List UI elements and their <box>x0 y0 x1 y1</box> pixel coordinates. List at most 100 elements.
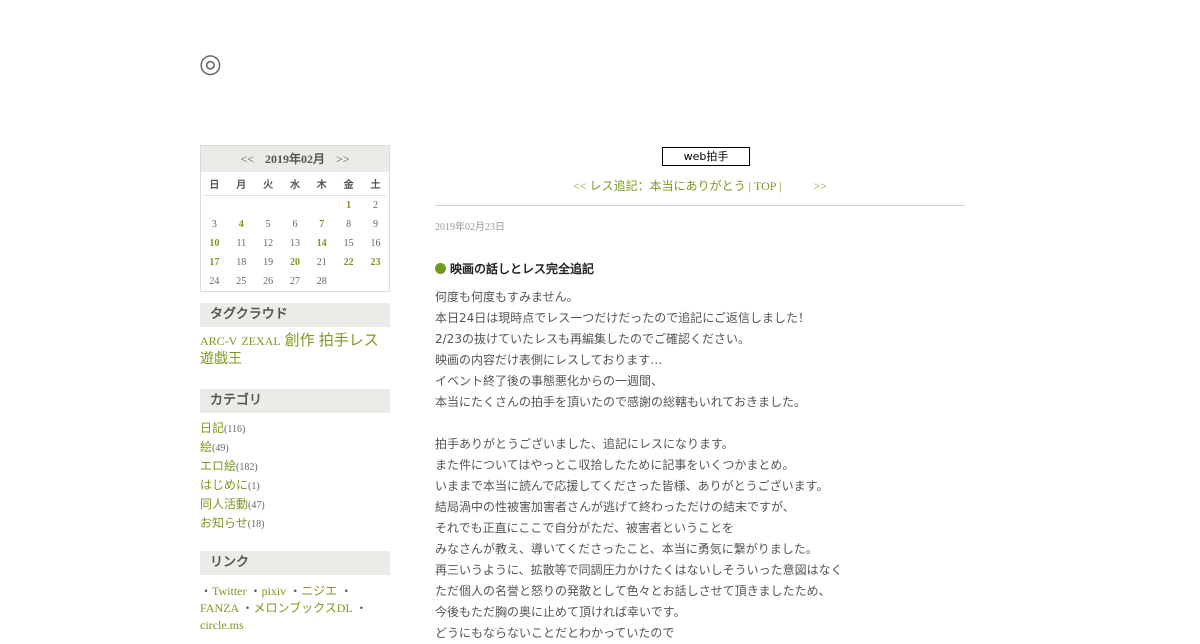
category-link[interactable]: お知らせ <box>200 516 248 530</box>
calendar-day: 6 <box>292 219 298 230</box>
main-content: web拍手 << レス追記：本当にありがとう | TOP | >> 2019年0… <box>435 145 965 644</box>
category-count: (47) <box>248 500 265 511</box>
category-heading: カテゴリ <box>200 389 390 413</box>
category-item: エロ絵(182) <box>200 457 390 476</box>
calendar-day[interactable]: 10 <box>201 234 228 253</box>
tag-link[interactable]: 拍手レス <box>319 333 379 349</box>
site-title[interactable]: ◎ <box>199 48 222 80</box>
web-clap-button[interactable]: web拍手 <box>662 147 750 166</box>
calendar-day: 8 <box>346 219 352 230</box>
external-link[interactable]: Twitter <box>212 584 246 598</box>
calendar-day[interactable]: 20 <box>282 253 309 272</box>
calendar-empty-cell <box>308 196 335 215</box>
calendar-grid: 日月火水木金土 1 2 3 4 5 6 7 8 9 10 11 12 13 14 15 16 17 18 19 20 2… <box>201 172 389 291</box>
calendar-day: 24 <box>209 276 220 287</box>
entry-line: 再三いうように、拡散等で同調圧力かけたくはないしそういった意図はなく <box>435 563 843 577</box>
calendar-weekday: 火 <box>263 179 274 191</box>
category-list: 日記(116) 絵(49) エロ絵(182) はじめに(1) 同人活動(47) お知らせ(… <box>200 419 390 533</box>
entry-pager: << レス追記：本当にありがとう | TOP | >> <box>435 177 965 194</box>
category-link[interactable]: エロ絵 <box>200 459 236 473</box>
calendar-weekday: 土 <box>370 179 381 191</box>
external-link[interactable]: FANZA <box>200 601 238 615</box>
calendar-weekday: 木 <box>316 179 327 191</box>
calendar-day[interactable]: 7 <box>308 215 335 234</box>
category-link[interactable]: 日記 <box>200 421 224 435</box>
sidebar: << 2019年02月 >> 日月火水木金土 1 2 3 4 5 6 7 8 9 10 11 12 13… <box>200 145 390 634</box>
calendar-day: 26 <box>263 276 274 287</box>
calendar-day: 21 <box>316 257 327 268</box>
category-item: 絵(49) <box>200 438 390 457</box>
calendar-empty-cell <box>362 272 389 291</box>
calendar-day: 28 <box>316 276 327 287</box>
category-item: お知らせ(18) <box>200 514 390 533</box>
entry-date: 2019年02月23日 <box>435 222 505 233</box>
clap-area: web拍手 <box>435 145 965 166</box>
link-bullet: ・ <box>241 601 254 615</box>
links-heading: リンク <box>200 551 390 575</box>
calendar-day[interactable]: 17 <box>201 253 228 272</box>
category-link[interactable]: 同人活動 <box>200 497 248 511</box>
entry-line: いままで本当に読んで応援してくださった皆様、ありがとうございます。 <box>435 479 829 493</box>
calendar-day: 9 <box>373 219 379 230</box>
link-bullet: ・ <box>200 584 213 598</box>
calendar-week: 12 <box>201 196 389 215</box>
external-link[interactable]: ニジエ <box>301 584 337 598</box>
calendar-week: 24 25 26 27 28 <box>201 272 389 291</box>
tag-link[interactable]: 創作 <box>285 333 315 349</box>
entry-line: 本当にたくさんの拍手を頂いたので感謝の総轄もいれておきました。 <box>435 395 807 409</box>
calendar-day[interactable]: 14 <box>308 234 335 253</box>
category-item: 日記(116) <box>200 419 390 438</box>
calendar-prev-link[interactable]: << <box>240 152 254 166</box>
entry-title-text: 映画の話しとレス完全追記 <box>450 262 595 276</box>
entry-line: 拍手ありがとうございました、追記にレスになります。 <box>435 437 734 451</box>
entry-line: イベント終了後の事態悪化からの一週間、 <box>435 374 664 388</box>
calendar-header: << 2019年02月 >> <box>201 146 389 172</box>
category-link[interactable]: はじめに <box>200 478 248 492</box>
entry-line: 本日24日は現時点でレス一つだけだったので追記にご返信しました！ <box>435 311 811 325</box>
blog-page: ◎ << 2019年02月 >> 日月火水木金土 1 2 3 4 5 6 7 8 9 10 11 12… <box>0 0 1200 640</box>
entry-line: また件についてはやっとこ収拾したために記事をいくつかまとめ。 <box>435 458 795 472</box>
tag-link[interactable]: ZEXAL <box>241 334 280 348</box>
tag-link[interactable]: ARC-V <box>200 334 237 348</box>
category-count: (18) <box>247 519 265 530</box>
calendar-next-link[interactable]: >> <box>336 152 350 166</box>
bullet-dot-icon <box>435 263 446 274</box>
top-link[interactable]: TOP <box>754 179 776 193</box>
calendar-day[interactable]: 22 <box>335 253 362 272</box>
calendar-day: 3 <box>211 219 217 230</box>
calendar-empty-cell <box>255 196 282 215</box>
entry-line: どうにもならないことだとわかっていたので <box>435 626 675 640</box>
calendar-day: 2 <box>373 200 379 211</box>
category-count: (49) <box>212 443 229 454</box>
entry-title: 映画の話しとレス完全追記 <box>435 260 965 277</box>
calendar-weekday: 日 <box>209 179 220 191</box>
entry-line: ただ個人の名誉と怒りの発散として色々とお話しさせて頂きましたため、 <box>435 584 831 598</box>
category-count: (1) <box>248 481 260 492</box>
prev-entry-link[interactable]: << レス追記：本当にありがとう <box>573 179 746 193</box>
calendar-days: 1 2 3 4 5 6 7 8 9 10 11 12 13 14 15 16 17 18 19 20 21 22 23 24 2… <box>201 194 389 291</box>
category-count: (182) <box>236 462 258 473</box>
pager-separator: | <box>779 179 782 193</box>
external-link[interactable]: メロンブックスDL <box>253 601 352 615</box>
tagcloud: ARC-V ZEXAL 創作 拍手レス 遊戯王 <box>200 332 390 369</box>
category-item: はじめに(1) <box>200 476 390 495</box>
entry-line: 何度も何度もすみません。 <box>435 290 579 304</box>
calendar-day[interactable]: 23 <box>362 253 389 272</box>
tag-link[interactable]: 遊戯王 <box>200 352 242 367</box>
calendar-day[interactable]: 1 <box>335 196 362 215</box>
calendar-day: 18 <box>236 257 247 268</box>
calendar-day: 16 <box>370 238 381 249</box>
calendar-day: 19 <box>263 257 274 268</box>
calendar-day: 27 <box>289 276 300 287</box>
next-entry-link[interactable]: >> <box>813 179 827 193</box>
calendar-empty-cell <box>282 196 309 215</box>
calendar-month: 2019年02月 <box>264 152 325 166</box>
calendar-weekday: 金 <box>343 179 354 191</box>
calendar-day: 11 <box>236 238 247 249</box>
link-list: ・Twitter ・pixiv ・ニジエ ・FANZA ・メロンブックスDL ・… <box>200 583 390 634</box>
category-count: (116) <box>224 424 246 435</box>
calendar-day[interactable]: 4 <box>228 215 255 234</box>
category-link[interactable]: 絵 <box>200 440 212 454</box>
calendar-day: 5 <box>265 219 271 230</box>
external-link[interactable]: pixiv <box>262 584 287 598</box>
